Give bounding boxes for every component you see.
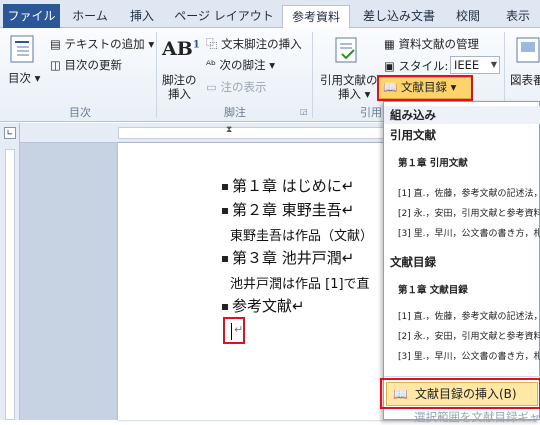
tab-page-layout[interactable]: ページ レイアウト xyxy=(166,5,282,28)
next-footnote-label: 次の脚注 xyxy=(219,58,266,72)
add-text-label: テキストの追加 xyxy=(64,37,145,51)
gallery-preview-line: [1] 直.，佐藤，参考文献の記述法，東 xyxy=(398,189,540,199)
bibliography-dropdown: 組み込み 引用文献 第１章 引用文献 [1] 直.，佐藤，参考文献の記述法，東 … xyxy=(380,101,540,424)
footnote-group-label: 脚注 xyxy=(224,106,246,119)
gallery-preview-heading: 第１章 引用文献 xyxy=(398,158,468,169)
gallery-preview-line: [2] 永.，安田，引用文献と参考資料， xyxy=(398,332,540,342)
gallery-item-title: 文献目録 xyxy=(390,255,436,269)
ribbon-tab-bar: ファイル ホーム 挿入 ページ レイアウト 参考資料 差し込み文書 校閲 表示 xyxy=(0,0,540,28)
doc-heading-text: 第１章 はじめに xyxy=(232,177,342,195)
tab-mailings[interactable]: 差し込み文書 xyxy=(356,5,442,28)
insert-endnote-button[interactable]: ⿻ 文末脚注の挿入 xyxy=(206,36,302,52)
doc-heading-3[interactable]: 第３章 池井戸潤↵ xyxy=(222,247,354,268)
vertical-ruler-track xyxy=(5,149,15,420)
next-footnote-button[interactable]: ᴬᵇ 次の脚注 ▾ xyxy=(206,57,275,73)
insert-citation-button-line2[interactable]: 挿入 ▾ xyxy=(338,86,370,102)
update-toc-label: 目次の更新 xyxy=(64,58,123,72)
insert-caption-button[interactable]: 図表番 xyxy=(510,72,540,88)
tab-review[interactable]: 校閲 xyxy=(446,5,490,28)
insert-caption-icon[interactable] xyxy=(514,36,540,66)
doc-paragraph-text: 池井戸潤は作品 [1]で直 xyxy=(230,277,370,292)
citation-gallery-item[interactable]: 引用文献 第１章 引用文献 [1] 直.，佐藤，参考文献の記述法，東 [2] 永… xyxy=(384,125,540,251)
doc-heading-4[interactable]: 参考文献↵ xyxy=(222,295,305,316)
gallery-preview-line: [1] 直.，佐藤，参考文献の記述法，東 xyxy=(398,312,540,322)
citation-style-select[interactable]: IEEE ▼ xyxy=(450,56,500,74)
indent-marker-icon[interactable]: ⧗ xyxy=(226,125,232,135)
insert-citation-icon[interactable] xyxy=(332,36,362,66)
update-toc-button[interactable]: ◫ 目次の更新 xyxy=(50,57,122,73)
style-label: ▣ スタイル: xyxy=(384,59,449,73)
highlight-box-cursor xyxy=(223,317,245,344)
citations-group-label: 引用 xyxy=(360,106,382,119)
doc-paragraph-text: 東野圭吾は作品（文献） xyxy=(230,229,374,244)
style-value: IEEE xyxy=(454,58,480,72)
bibliography-gallery-item[interactable]: 文献目録 第１章 文献目録 [1] 直.，佐藤，参考文献の記述法，東 [2] 永… xyxy=(384,252,540,374)
doc-paragraph-1[interactable]: 東野圭吾は作品（文献） xyxy=(230,225,373,244)
highlight-box-bibliography xyxy=(377,75,473,101)
bullet-icon xyxy=(222,207,228,214)
highlight-box-insert-bibliography xyxy=(380,378,540,409)
doc-heading-text: 第２章 東野圭吾 xyxy=(232,201,342,219)
doc-paragraph-2[interactable]: 池井戸潤は作品 [1]で直 xyxy=(230,273,370,292)
dialog-launcher-icon[interactable]: ◲ xyxy=(300,107,308,116)
gallery-preview-line: [2] 永.，安田，引用文献と参考資料， xyxy=(398,209,540,219)
add-text-button[interactable]: ▤ テキストの追加 ▾ xyxy=(50,36,154,52)
doc-heading-text: 参考文献 xyxy=(232,297,293,315)
tab-view[interactable]: 表示 xyxy=(496,5,540,28)
insert-citation-label: 挿入 xyxy=(338,87,361,101)
bullet-icon xyxy=(222,255,228,262)
gallery-item-title: 引用文献 xyxy=(390,128,436,142)
manage-sources-button[interactable]: ▦ 資料文献の管理 xyxy=(384,36,479,52)
toc-button[interactable]: 目次 ▾ xyxy=(8,70,40,86)
insert-footnote-button-line2[interactable]: 挿入 xyxy=(168,86,191,102)
save-selection-menu-item[interactable]: 選択範囲を文献目録ギャ xyxy=(414,409,540,425)
chevron-down-icon: ▼ xyxy=(490,60,497,69)
bullet-icon xyxy=(222,183,228,190)
group-separator xyxy=(156,32,157,118)
show-notes-button[interactable]: ▭ 注の表示 xyxy=(206,79,267,95)
tab-insert[interactable]: 挿入 xyxy=(120,5,164,28)
gallery-preview-heading: 第１章 文献目録 xyxy=(398,285,468,296)
tab-home[interactable]: ホーム xyxy=(64,5,116,28)
bullet-icon xyxy=(222,303,228,310)
insert-footnote-icon[interactable]: AB1 xyxy=(162,38,200,60)
doc-heading-text: 第３章 池井戸潤 xyxy=(232,249,342,267)
table-of-contents-icon[interactable] xyxy=(8,34,38,64)
style-label-text: スタイル: xyxy=(398,59,449,73)
insert-endnote-label: 文末脚注の挿入 xyxy=(221,37,302,51)
toc-group-label: 目次 xyxy=(69,106,91,119)
show-notes-label: 注の表示 xyxy=(220,80,267,94)
doc-heading-1[interactable]: 第１章 はじめに↵ xyxy=(222,175,354,196)
menu-divider xyxy=(384,376,540,377)
doc-heading-2[interactable]: 第２章 東野圭吾↵ xyxy=(222,199,354,220)
tab-selector-icon[interactable]: ∟ xyxy=(4,127,16,139)
builtin-section-header: 組み込み xyxy=(384,106,540,124)
group-separator xyxy=(312,32,313,118)
manage-sources-label: 資料文献の管理 xyxy=(398,37,480,51)
tab-references[interactable]: 参考資料 xyxy=(282,5,350,28)
vertical-ruler[interactable]: ∟ xyxy=(0,123,20,420)
tab-file[interactable]: ファイル xyxy=(3,4,60,28)
gallery-preview-line: [3] 里.，早川，公文書の書き方，札幌 xyxy=(398,229,540,239)
gallery-preview-line: [3] 里.，早川，公文書の書き方，札幌 xyxy=(398,352,540,362)
toc-label: 目次 xyxy=(8,71,31,85)
